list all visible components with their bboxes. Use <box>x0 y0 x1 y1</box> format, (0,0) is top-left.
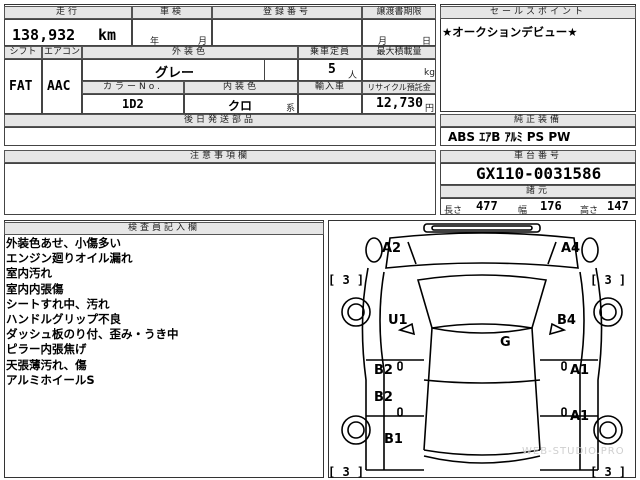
inspector-note-line: 天張薄汚れ、傷 <box>6 357 87 372</box>
aftermarket-parts-cell <box>4 127 436 146</box>
inspector-note-line: シートすれ中、汚れ <box>6 296 110 311</box>
shift-header: シフト <box>4 46 42 59</box>
capacity-header: 乗車定員 <box>298 46 362 59</box>
inspector-notes-list: 外装色あせ、小傷多い エンジン廻りオイル漏れ 室内汚れ 室内内張傷 シートすれ中、汚れハ… <box>6 236 179 388</box>
aftermarket-parts-header: 後日発送部品 <box>4 114 436 127</box>
mileage-value: 138,932 <box>12 26 76 44</box>
sales-point-header: セールスポイント <box>440 6 636 19</box>
equipment-header: 純正装備 <box>440 114 636 127</box>
width-label: 幅 <box>518 206 528 216</box>
color-no-value: 1D2 <box>122 97 144 111</box>
caution-header: 注意事項欄 <box>4 150 436 163</box>
transfer-deadline-header: 譲渡書期限 <box>362 6 436 19</box>
recycle-value: 12,730 <box>376 96 423 111</box>
tire-rating-front-right: [ 3 ] <box>590 273 626 287</box>
height-label: 高さ <box>580 206 599 216</box>
tire-rating-rear-left: [ 3 ] <box>328 465 364 478</box>
tire-rating-rear-right: [ 3 ] <box>590 465 626 478</box>
import-cell <box>298 94 362 114</box>
exterior-color-header: 外装色 <box>82 46 298 59</box>
inspector-note-line: 室内内張傷 <box>6 281 64 296</box>
mileage-unit: km <box>98 26 117 44</box>
caution-cell <box>4 163 436 215</box>
capacity-unit: 人 <box>348 71 358 81</box>
grade-left-front-door: B2 <box>374 363 393 378</box>
inspector-note-line: ピラー内張焦げ <box>6 342 87 357</box>
sales-point-box <box>440 4 636 112</box>
grade-front-right: A4 <box>561 241 580 256</box>
inspector-note-line: アルミホイールS <box>6 372 95 387</box>
grade-right-front-fender: B4 <box>557 313 576 328</box>
shift-value: FAT <box>9 79 33 94</box>
grade-right-rear-door: A1 <box>570 409 589 424</box>
inspector-note-line: エンジン廻りオイル漏れ <box>6 251 133 266</box>
exterior-color-value: グレー <box>155 66 195 81</box>
max-load-unit: kg <box>424 68 435 78</box>
grade-left-rear: B1 <box>384 432 403 447</box>
interior-color-suffix: 系 <box>286 104 296 114</box>
inspector-note-line: 室内汚れ <box>6 266 52 281</box>
length-value: 477 <box>476 199 498 213</box>
car-diagram: A2 A4 U1 B4 G B2 A1 B2 A1 B1 [ 3 ] [ 3 ]… <box>328 223 626 478</box>
equipment-value: ABS ｴｱB ｱﾙﾐ PS PW <box>448 130 571 144</box>
import-header: 輸入車 <box>298 81 362 94</box>
specs-header: 諸元 <box>440 185 636 198</box>
mileage-header: 走行 <box>4 6 132 19</box>
recycle-header: リサイクル預託金 <box>362 81 436 94</box>
tire-rating-front-left: [ 3 ] <box>328 273 364 287</box>
capacity-value: 5 <box>328 62 336 77</box>
inspector-notes-header: 検査員記入欄 <box>4 222 324 235</box>
inspector-note-line: 外装色あせ、小傷多い <box>6 236 121 250</box>
watermark: WEB-STUDIO.PRO <box>522 446 625 457</box>
chassis-header: 車台番号 <box>440 150 636 163</box>
inspector-note-line: ダッシュ板のり付、歪み・うき中 <box>6 327 179 342</box>
length-label: 長さ <box>444 206 463 216</box>
width-value: 176 <box>540 199 562 213</box>
aircon-header: エアコン <box>42 46 82 59</box>
recycle-unit: 円 <box>425 104 435 114</box>
max-load-header: 最大積載量 <box>362 46 436 59</box>
exterior-color-sub-cell <box>264 59 298 81</box>
interior-color-header: 内装色 <box>184 81 298 94</box>
chassis-value: GX110-0031586 <box>476 164 602 183</box>
grade-left-rear-door: B2 <box>374 390 393 405</box>
grade-left-front-fender: U1 <box>388 313 408 328</box>
sales-point-text: ★オークションデビュー★ <box>442 25 578 39</box>
inspector-note-line: ハンドルグリップ不良 <box>6 312 121 327</box>
grade-right-front-door: A1 <box>570 363 589 378</box>
interior-color-value: クロ <box>228 99 253 113</box>
color-no-header: カラーNo. <box>82 81 184 94</box>
registration-header: 登録番号 <box>212 6 362 19</box>
aircon-value: AAC <box>47 79 71 94</box>
height-value: 147 <box>607 199 629 213</box>
inspection-header: 車検 <box>132 6 212 19</box>
grade-roof: G <box>500 335 511 350</box>
registration-cell <box>212 19 362 46</box>
grade-front-left: A2 <box>382 241 401 256</box>
